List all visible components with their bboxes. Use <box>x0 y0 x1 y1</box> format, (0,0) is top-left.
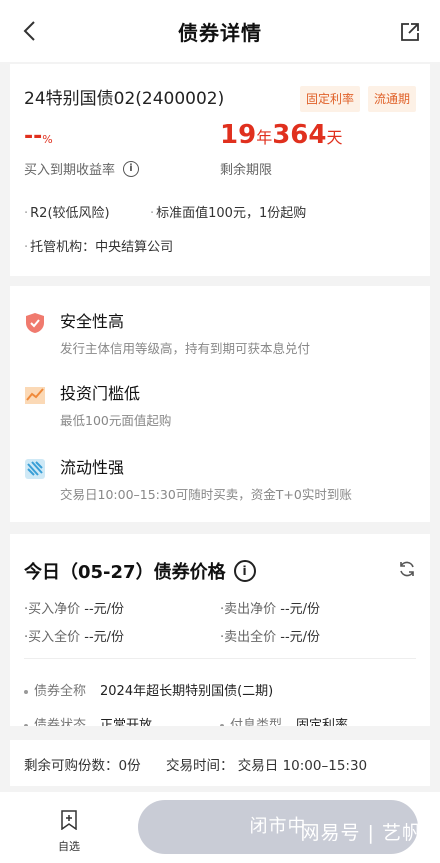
sell-net-label: 卖出净价 <box>224 602 277 617</box>
price-title-row: 今日（05-27）债券价格 i <box>24 558 256 584</box>
buy-full-price: ·买入全价 --元/份 <box>24 630 125 645</box>
info-icon[interactable]: i <box>123 160 140 177</box>
tag-circulation: 流通期 <box>368 86 417 112</box>
remaining-shares: 剩余可购份数：0份 <box>24 758 141 774</box>
chevron-left-icon[interactable] <box>22 20 36 42</box>
share-out-icon[interactable] <box>400 22 420 42</box>
tag-fixed-rate: 固定利率 <box>300 86 361 112</box>
feature-desc: 交易日10:00–15:30可随时买卖，资金T+0实时到账 <box>60 487 352 502</box>
watchlist-button[interactable]: 自选 <box>56 810 82 854</box>
watchlist-label: 自选 <box>58 840 80 853</box>
buy-full-label: 买入全价 <box>28 630 81 645</box>
custodian-text: 托管机构：中央结算公司 <box>30 240 174 255</box>
bond-fullname-row: 债券全称 2024年超长期特别国债(二期) <box>24 680 273 699</box>
top-bar: 债券详情 <box>0 0 440 62</box>
divider <box>24 658 416 659</box>
risk-level: · R2(较低风险) <box>24 206 110 221</box>
trend-chart-icon <box>25 387 45 404</box>
term-days: 364 <box>272 120 327 150</box>
info-icon[interactable]: i <box>233 560 256 582</box>
buy-net-value: --元/份 <box>84 602 125 617</box>
page-title: 债券详情 <box>178 20 262 45</box>
fullname-label: 债券全称 <box>34 684 87 699</box>
price-title: 今日（05-27）债券价格 <box>24 562 226 583</box>
liquidity-icon <box>25 459 45 479</box>
coupon-value: 固定利率 <box>296 718 349 726</box>
term-label: 剩余期限 <box>220 163 273 178</box>
status-value: 正常开放 <box>100 718 153 726</box>
sell-full-price: ·卖出全价 --元/份 <box>220 630 321 645</box>
feature-title: 流动性强 <box>60 458 125 477</box>
fullname-value: 2024年超长期特别国债(二期) <box>100 684 274 699</box>
yield-unit: % <box>42 133 53 146</box>
par-value: · 标准面值100元，1份起购 <box>150 206 307 221</box>
shield-icon <box>26 313 44 333</box>
sell-full-label: 卖出全价 <box>224 630 277 645</box>
buy-full-value: --元/份 <box>84 630 125 645</box>
coupon-type-row: 付息类型 固定利率 <box>220 714 348 726</box>
term-years: 19 <box>220 120 257 150</box>
bookmark-add-icon <box>61 810 77 831</box>
feature-title: 安全性高 <box>60 312 125 331</box>
yield-label-row: 买入到期收益率 i <box>24 159 140 178</box>
term-year-unit: 年 <box>256 128 273 147</box>
status-label: 债券状态 <box>34 718 87 726</box>
purchase-info-strip: 剩余可购份数：0份 交易时间： 交易日 10:00–15:30 <box>10 740 430 786</box>
bond-name: 24特别国债02(2400002) <box>24 89 225 109</box>
feature-desc: 发行主体信用等级高，持有到期可获本息兑付 <box>60 341 311 356</box>
coupon-label: 付息类型 <box>230 718 283 726</box>
custodian: · 托管机构：中央结算公司 <box>24 240 174 255</box>
sell-full-value: --元/份 <box>280 630 321 645</box>
watermark: 网易号 | 艺帆 <box>300 822 422 844</box>
feature-title: 投资门槛低 <box>60 384 141 403</box>
yield-number: -- <box>24 124 43 149</box>
buy-net-price: ·买入净价 --元/份 <box>24 602 125 617</box>
risk-level-text: R2(较低风险) <box>30 206 110 221</box>
term-day-unit: 天 <box>326 128 343 147</box>
term-value: 19年364天 <box>220 120 343 150</box>
refresh-icon[interactable] <box>398 560 416 578</box>
bottom-bar: 自选 闭市中 网易号 | 艺帆 <box>0 792 440 863</box>
trading-time: 交易时间： 交易日 10:00–15:30 <box>166 758 368 774</box>
price-card: 今日（05-27）债券价格 i ·买入净价 --元/份 ·卖出净价 --元/份 … <box>10 534 430 726</box>
features-card: 安全性高 发行主体信用等级高，持有到期可获本息兑付 投资门槛低 最低100元面值… <box>10 286 430 522</box>
sell-net-value: --元/份 <box>280 602 321 617</box>
feature-desc: 最低100元面值起购 <box>60 413 172 428</box>
par-value-text: 标准面值100元，1份起购 <box>156 206 307 221</box>
bond-summary-card: 24特别国债02(2400002) 固定利率 流通期 --% 买入到期收益率 i… <box>10 64 430 276</box>
buy-net-label: 买入净价 <box>28 602 81 617</box>
sell-net-price: ·卖出净价 --元/份 <box>220 602 321 617</box>
yield-label: 买入到期收益率 <box>24 163 116 178</box>
bond-status-row: 债券状态 正常开放 <box>24 714 152 726</box>
yield-value: --% <box>24 124 53 149</box>
